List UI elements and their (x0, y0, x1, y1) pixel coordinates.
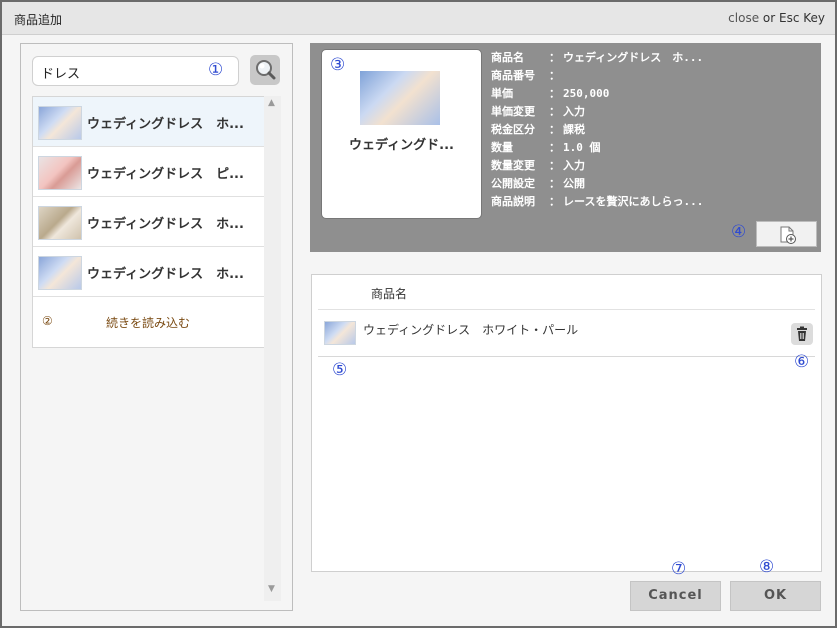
result-item-label: ウェディングドレス ピ... (87, 167, 244, 182)
row-divider (318, 356, 815, 357)
product-detail-panel: ③ ウェディングド... 商品名：ウェディングドレス ホ... 商品番号： 単価… (310, 43, 821, 252)
property-separator: ： (549, 105, 560, 118)
marker-6: ⑥ (794, 352, 810, 372)
result-item[interactable]: ウェディングドレス ピ... (33, 147, 265, 197)
property-key: 商品説明 (491, 195, 535, 208)
add-product-dialog: 商品追加 close or Esc Key ① ウェディングドレス ホ... ウ… (0, 0, 837, 628)
property-separator: ： (549, 87, 560, 100)
delete-button[interactable] (791, 323, 813, 345)
property-separator: ： (549, 69, 560, 82)
search-icon (256, 60, 276, 80)
property-key: 数量変更 (491, 159, 535, 172)
load-more-link[interactable]: 続きを読み込む (106, 314, 190, 331)
property-key: 商品名 (491, 51, 524, 64)
property-row: 数量 ： 1.0 個 (491, 139, 703, 157)
product-image (360, 71, 440, 125)
property-separator: ： (549, 123, 560, 136)
property-row: 単価 ： 250,000 (491, 85, 703, 103)
product-properties: 商品名：ウェディングドレス ホ... 商品番号： 単価： 250,000 単価変更… (491, 49, 703, 211)
product-thumbnail (38, 256, 82, 290)
result-item[interactable]: ウェディングドレス ホ... (33, 197, 265, 247)
result-item-label: ウェディングドレス ホ... (87, 217, 244, 232)
cancel-button[interactable]: Cancel (630, 581, 721, 611)
results-scrollbar[interactable]: ▲ ▼ (264, 96, 281, 601)
property-value: 公開 (563, 177, 585, 190)
marker-8: ⑧ (759, 557, 775, 577)
property-row: 数量変更 ：入力 (491, 157, 703, 175)
property-key: 数量 (491, 141, 513, 154)
load-more-row: ② 続きを読み込む (33, 297, 265, 347)
search-panel: ① ウェディングドレス ホ... ウェディングドレス ピ... ウェディングドレ… (20, 43, 293, 611)
result-item-label: ウェディングドレス ホ... (87, 267, 244, 282)
marker-4: ④ (731, 222, 747, 242)
property-separator: ： (549, 141, 560, 154)
close-hint[interactable]: close or Esc Key (728, 11, 825, 25)
result-item[interactable]: ウェディングドレス ホ... (33, 97, 265, 147)
property-row: 商品番号 ： (491, 67, 703, 85)
marker-7: ⑦ (671, 559, 687, 579)
ok-button[interactable]: OK (730, 581, 821, 611)
trash-icon (797, 326, 807, 341)
close-link[interactable]: close (728, 11, 759, 25)
property-key: 単価 (491, 87, 513, 100)
property-row: 商品説明 ：レースを贅沢にあしらっ... (491, 193, 703, 211)
result-item-label: ウェディングドレス ホ... (87, 117, 244, 132)
property-key: 単価変更 (491, 105, 535, 118)
property-row: 単価変更 ：入力 (491, 103, 703, 121)
property-value: 250,000 (563, 87, 610, 100)
add-product-button[interactable] (756, 221, 817, 247)
property-value: 1.0 個 (563, 141, 601, 154)
scroll-down-icon[interactable]: ▼ (268, 584, 275, 594)
property-separator: ： (549, 159, 560, 172)
property-row: 税金区分 ：課税 (491, 121, 703, 139)
column-header-product-name: 商品名 (371, 287, 408, 301)
product-card: ③ ウェディングド... (321, 49, 482, 219)
property-value: 入力 (563, 159, 585, 172)
property-separator: ： (549, 177, 560, 190)
property-key: 公開設定 (491, 177, 535, 190)
property-separator: ： (549, 195, 560, 208)
selected-products-panel: 商品名 ウェディングドレス ホワイト・パール ⑤ ⑥ (311, 274, 822, 572)
product-thumbnail (38, 106, 82, 140)
marker-5: ⑤ (332, 360, 348, 380)
product-thumbnail (324, 321, 356, 345)
search-button[interactable] (250, 55, 280, 85)
product-card-label: ウェディングド... (349, 138, 454, 153)
search-results-list: ウェディングドレス ホ... ウェディングドレス ピ... ウェディングドレス … (32, 96, 266, 348)
property-value: 入力 (563, 105, 585, 118)
search-input[interactable] (39, 62, 208, 82)
dialog-title: 商品追加 (14, 13, 63, 27)
product-thumbnail (38, 206, 82, 240)
selected-product-label: ウェディングドレス ホワイト・パール (363, 323, 579, 337)
property-row: 公開設定 ：公開 (491, 175, 703, 193)
marker-1: ① (208, 60, 224, 80)
product-thumbnail (38, 156, 82, 190)
result-item[interactable]: ウェディングドレス ホ... (33, 247, 265, 297)
marker-3: ③ (330, 55, 346, 75)
add-document-icon (780, 226, 796, 244)
title-bar: 商品追加 close or Esc Key (2, 2, 835, 35)
scroll-up-icon[interactable]: ▲ (268, 98, 275, 108)
property-key: 税金区分 (491, 123, 535, 136)
property-separator: ： (549, 51, 560, 64)
marker-2: ② (42, 314, 53, 328)
property-value: ウェディングドレス ホ... (563, 51, 704, 64)
header-divider (318, 309, 815, 310)
property-key: 商品番号 (491, 69, 535, 82)
property-value: 課税 (563, 123, 585, 136)
esc-key-hint: or Esc Key (759, 11, 825, 25)
property-value: レースを贅沢にあしらっ... (563, 195, 704, 208)
property-row: 商品名 ：ウェディングドレス ホ... (491, 49, 703, 67)
